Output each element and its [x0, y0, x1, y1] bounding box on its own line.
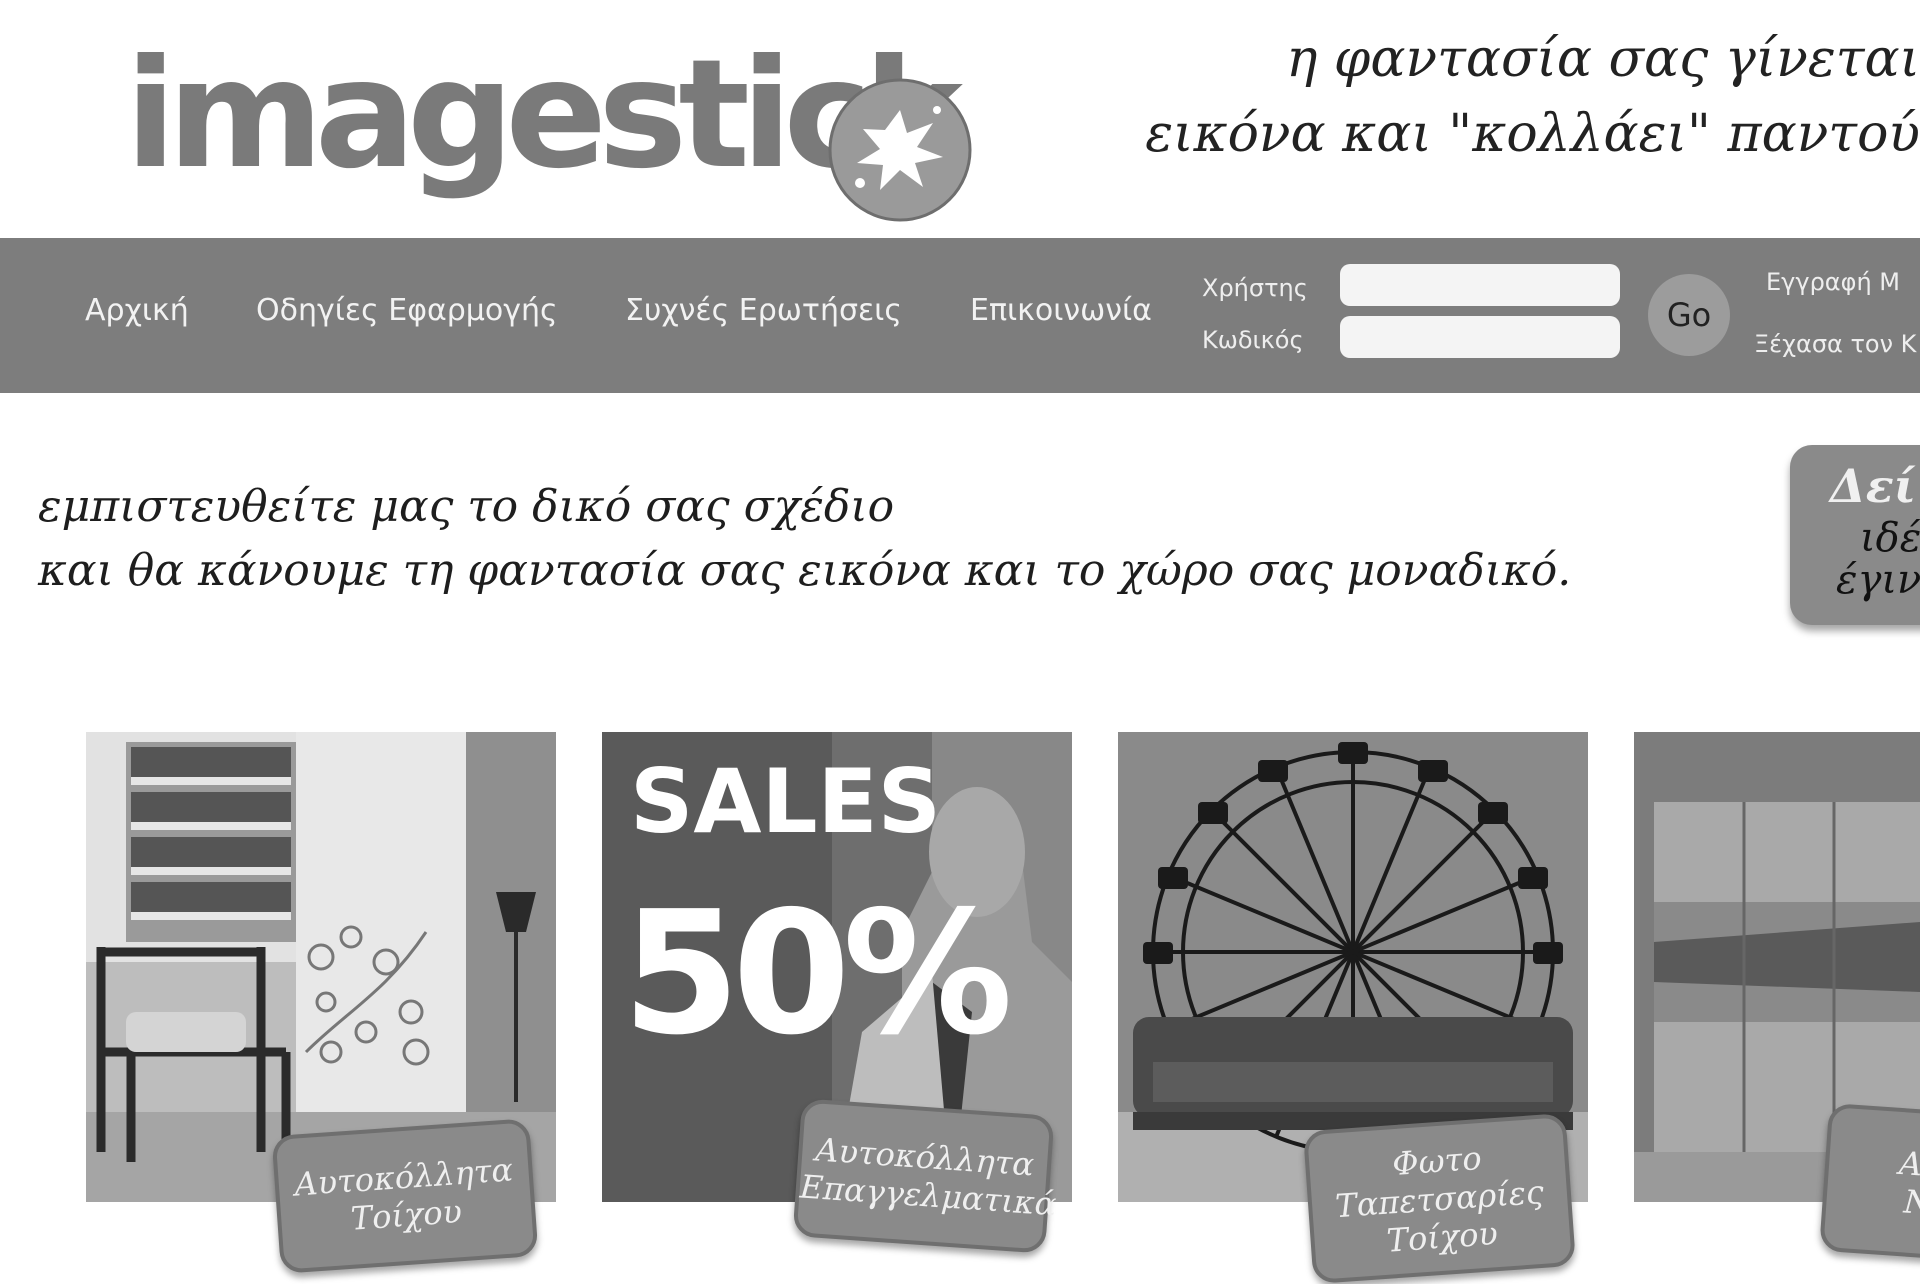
- ideas-button-line-2: ιδέ: [1860, 515, 1920, 561]
- discount-text: 50%: [622, 875, 1008, 1073]
- nav-faq[interactable]: Συχνές Ερωτήσεις: [625, 293, 902, 328]
- photo-wallpapers-label[interactable]: Φωτο Ταπετσαρίες Τοίχου: [1302, 1113, 1577, 1284]
- ideas-button-line-3: έγινα: [1836, 557, 1920, 603]
- nav-home[interactable]: Αρχική: [85, 293, 189, 328]
- tile-furniture-stickers[interactable]: Αυτ Ντ: [1634, 732, 1920, 1266]
- username-input[interactable]: [1340, 264, 1620, 306]
- furniture-stickers-label-line-2: Ντ: [1902, 1182, 1920, 1224]
- tagline-line-1: η φαντασία σας γίνεται: [1286, 29, 1920, 89]
- logo[interactable]: imagestick: [125, 20, 972, 222]
- professional-stickers-label[interactable]: Αυτοκόλλητα Επαγγελματικά: [792, 1098, 1058, 1254]
- intro-line-1: εμπιστευθείτε μας το δικό σας σχέδιο: [38, 481, 895, 532]
- intro-text: εμπιστευθείτε μας το δικό σας σχέδιο και…: [38, 475, 1571, 603]
- nav-bar: Αρχική Οδηγίες Εφαρμογής Συχνές Ερωτήσει…: [0, 238, 1920, 393]
- register-link[interactable]: Εγγραφή Μ: [1766, 268, 1900, 296]
- tile-wall-stickers[interactable]: Αυτοκόλλητα Τοίχου: [86, 732, 556, 1274]
- username-label: Χρήστης: [1202, 274, 1308, 302]
- logo-splat-icon: [828, 78, 972, 222]
- go-button[interactable]: Go: [1648, 274, 1730, 356]
- sales-text: SALES: [630, 750, 941, 853]
- tile-photo-wallpapers[interactable]: Φωτο Ταπετσαρίες Τοίχου: [1118, 732, 1588, 1284]
- ideas-button-line-1: Δεί: [1830, 459, 1916, 513]
- nav-contact[interactable]: Επικοινωνία: [970, 293, 1152, 328]
- intro-line-2: και θα κάνουμε τη φαντασία σας εικόνα κα…: [38, 545, 1572, 596]
- tagline: η φαντασία σας γίνεται εικόνα και "κολλά…: [1145, 22, 1920, 172]
- wall-stickers-label[interactable]: Αυτοκόλλητα Τοίχου: [271, 1118, 539, 1274]
- furniture-stickers-label[interactable]: Αυτ Ντ: [1819, 1102, 1920, 1266]
- ideas-button[interactable]: Δεί ιδέ έγινα: [1790, 445, 1920, 625]
- forgot-password-link[interactable]: Ξέχασα τον Κ: [1754, 330, 1916, 358]
- tagline-line-2: εικόνα και "κολλάει" παντού: [1145, 104, 1920, 164]
- password-input[interactable]: [1340, 316, 1620, 358]
- tile-professional-stickers[interactable]: SALES 50% Αυτοκόλλητα Επαγγελματικά: [602, 732, 1072, 1254]
- password-label: Κωδικός: [1202, 326, 1304, 354]
- nav-instructions[interactable]: Οδηγίες Εφαρμογής: [256, 293, 558, 328]
